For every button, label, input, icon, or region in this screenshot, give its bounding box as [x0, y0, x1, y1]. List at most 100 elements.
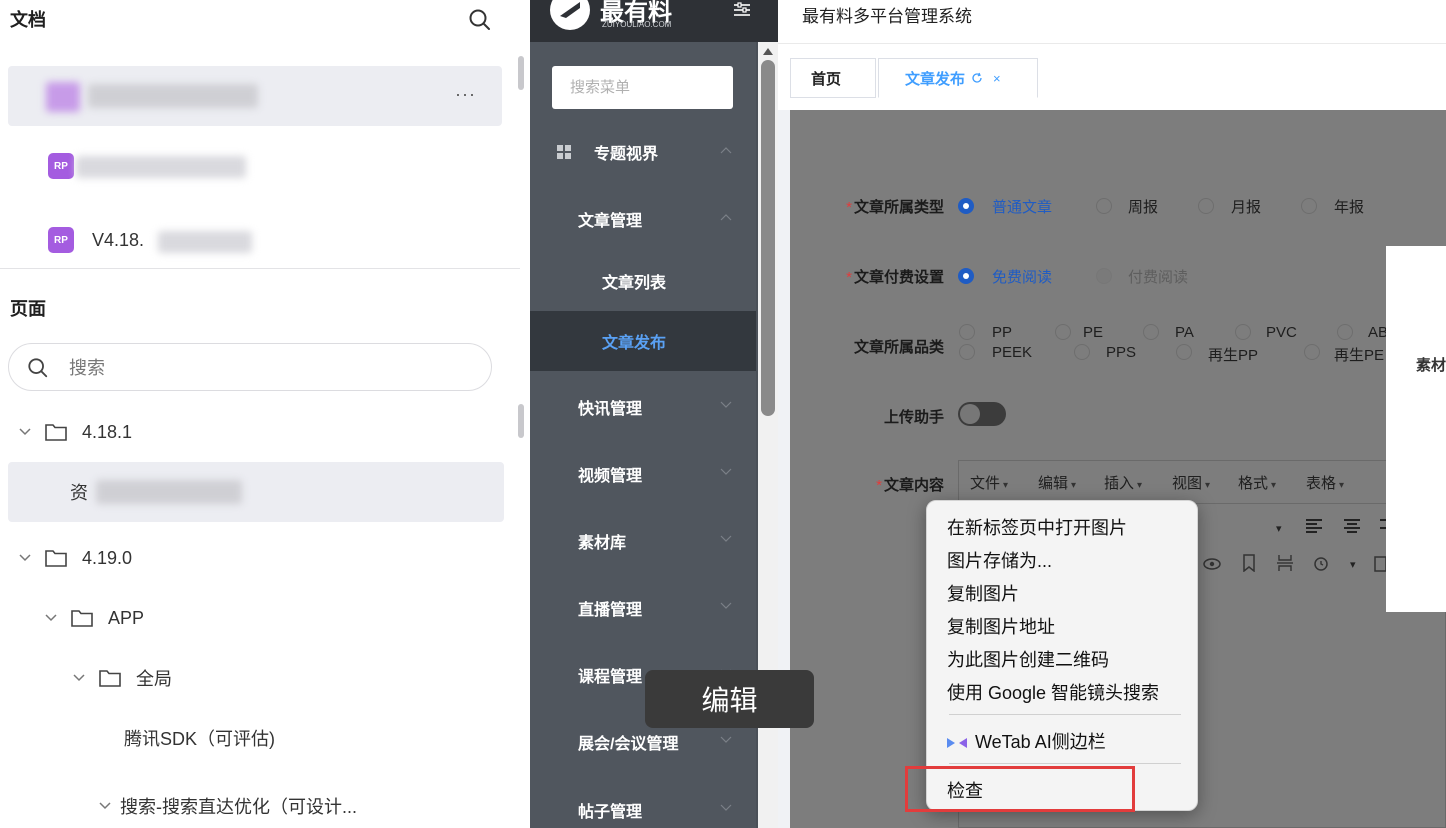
alarm-clock-icon[interactable]	[1312, 554, 1330, 572]
editor-menu-view[interactable]: 视图 ▾	[1172, 472, 1210, 493]
tree-page-selected[interactable]: 资	[8, 462, 504, 522]
bookmark-icon[interactable]	[1242, 554, 1256, 572]
search-icon	[28, 358, 48, 378]
tree-label: APP	[108, 607, 145, 628]
upload-helper-switch[interactable]	[958, 402, 1006, 426]
editor-menu-insert[interactable]: 插入 ▾	[1104, 472, 1142, 493]
pages-search-input[interactable]	[69, 354, 449, 382]
doc-item[interactable]: RP V4.18.	[8, 210, 502, 270]
editor-menu-format[interactable]: 格式 ▾	[1238, 472, 1276, 493]
ctx-save-image-as[interactable]: 图片存储为...	[947, 547, 1052, 573]
tree-folder-global[interactable]: 全局	[72, 648, 172, 708]
tree-label: 全局	[136, 669, 172, 689]
docs-title: 文档	[10, 10, 46, 30]
radio-label: PPS	[1106, 344, 1137, 361]
radio-label: PA	[1175, 324, 1194, 341]
scrollbar[interactable]	[518, 404, 524, 438]
menu-search-input[interactable]	[552, 66, 733, 109]
radio-peek[interactable]	[959, 344, 975, 360]
ctx-open-image-new-tab[interactable]: 在新标签页中打开图片	[947, 514, 1127, 540]
logo-icon	[550, 0, 590, 30]
radio-recycled-pp[interactable]	[1176, 344, 1192, 360]
menu-item-video-mgmt[interactable]: 视频管理	[530, 444, 756, 504]
chevron-down-icon[interactable]	[18, 551, 32, 565]
chevron-down-icon	[720, 401, 732, 408]
tree-label: 4.18.1	[82, 421, 133, 442]
dropdown-caret-icon[interactable]: ▾	[1350, 558, 1356, 571]
menu-item-article-list[interactable]: 文章列表	[530, 251, 756, 311]
dropdown-caret-icon[interactable]: ▾	[1276, 522, 1282, 535]
tree-folder-4-18-1[interactable]: 4.18.1	[18, 402, 132, 462]
rp-file-icon: RP	[48, 227, 74, 253]
table-icon[interactable]	[1374, 556, 1386, 572]
menu-item-article-publish[interactable]: 文章发布	[530, 311, 756, 371]
radio-weekly[interactable]	[1096, 198, 1112, 214]
edit-tooltip: 编辑	[645, 670, 814, 728]
radio-recycled-pe[interactable]	[1304, 344, 1320, 360]
ctx-wetab-sidebar[interactable]: WeTab AI侧边栏	[947, 728, 1106, 754]
tree-page[interactable]: 腾讯SDK（可评估)	[124, 708, 275, 768]
radio-pe[interactable]	[1055, 324, 1071, 340]
menu-item-post-mgmt[interactable]: 帖子管理	[530, 780, 756, 828]
ctx-google-lens-search[interactable]: 使用 Google 智能镜头搜索	[947, 679, 1159, 705]
page-break-icon[interactable]	[1276, 554, 1294, 572]
search-icon[interactable]	[468, 8, 492, 32]
rp-file-icon: RP	[48, 153, 74, 179]
align-center-icon[interactable]	[1342, 518, 1362, 534]
radio-label: 免费阅读	[992, 269, 1053, 286]
more-icon[interactable]: ···	[455, 84, 476, 105]
pages-search-box[interactable]	[8, 343, 492, 391]
tree-label: 4.19.0	[82, 547, 133, 568]
menu-item-article-mgmt[interactable]: 文章管理	[530, 189, 756, 249]
menu-item-topics[interactable]: 专题视界	[530, 122, 756, 182]
scrollbar[interactable]	[518, 56, 524, 90]
align-left-icon[interactable]	[1304, 518, 1324, 534]
menu-item-news-mgmt[interactable]: 快讯管理	[530, 377, 756, 437]
tree-folder-app[interactable]: APP	[44, 588, 144, 648]
field-label-type: * 文章所属类型	[846, 199, 944, 216]
inspect-highlight-box	[905, 766, 1135, 812]
tree-folder-4-19-0[interactable]: 4.19.0	[18, 528, 132, 588]
editor-menu-edit[interactable]: 编辑 ▾	[1038, 472, 1076, 493]
ctx-copy-image-address[interactable]: 复制图片地址	[947, 613, 1055, 639]
tab-bar: 首页 文章发布 ×	[778, 44, 1446, 110]
chevron-down-icon[interactable]	[18, 425, 32, 439]
ctx-copy-image[interactable]: 复制图片	[947, 580, 1019, 606]
radio-monthly[interactable]	[1198, 198, 1214, 214]
grid-icon	[557, 145, 571, 159]
close-icon[interactable]: ×	[993, 71, 1001, 86]
wetab-icon	[947, 738, 967, 749]
radio-yearly[interactable]	[1301, 198, 1317, 214]
tree-folder-search[interactable]: 搜索-搜索直达优化（可设计...	[98, 776, 357, 828]
chevron-down-icon[interactable]	[98, 799, 112, 813]
doc-item[interactable]: ···	[8, 66, 502, 126]
radio-pvc[interactable]	[1235, 324, 1251, 340]
refresh-icon[interactable]	[971, 72, 983, 84]
chevron-down-icon[interactable]	[44, 611, 58, 625]
radio-ab[interactable]	[1337, 324, 1353, 340]
radio-label: 再生PE	[1334, 347, 1385, 364]
top-bar: 最有料多平台管理系统	[778, 0, 1446, 44]
system-title: 最有料多平台管理系统	[802, 7, 972, 26]
ctx-create-qr-code[interactable]: 为此图片创建二维码	[947, 646, 1109, 672]
preview-icon[interactable]	[1202, 556, 1222, 572]
chevron-down-icon	[720, 804, 732, 811]
radio-free[interactable]	[958, 268, 974, 284]
radio-pa[interactable]	[1143, 324, 1159, 340]
tab-article-publish[interactable]: 文章发布 ×	[878, 58, 1038, 98]
radio-normal[interactable]	[958, 198, 974, 214]
sliders-icon[interactable]	[733, 2, 751, 18]
scroll-up-arrow-icon[interactable]	[763, 48, 773, 55]
editor-menu-file[interactable]: 文件 ▾	[970, 472, 1008, 493]
scroll-thumb[interactable]	[761, 60, 775, 416]
radio-pps[interactable]	[1074, 344, 1090, 360]
editor-menu-table[interactable]: 表格 ▾	[1306, 472, 1344, 493]
doc-item[interactable]: RP	[8, 136, 502, 196]
menu-item-live-mgmt[interactable]: 直播管理	[530, 578, 756, 638]
align-right-icon[interactable]	[1376, 518, 1386, 534]
menu-item-material-lib[interactable]: 素材库	[530, 511, 756, 571]
tab-home[interactable]: 首页	[790, 58, 876, 98]
chevron-down-icon[interactable]	[72, 671, 86, 685]
radio-paid[interactable]	[1096, 268, 1112, 284]
radio-pp[interactable]	[959, 324, 975, 340]
